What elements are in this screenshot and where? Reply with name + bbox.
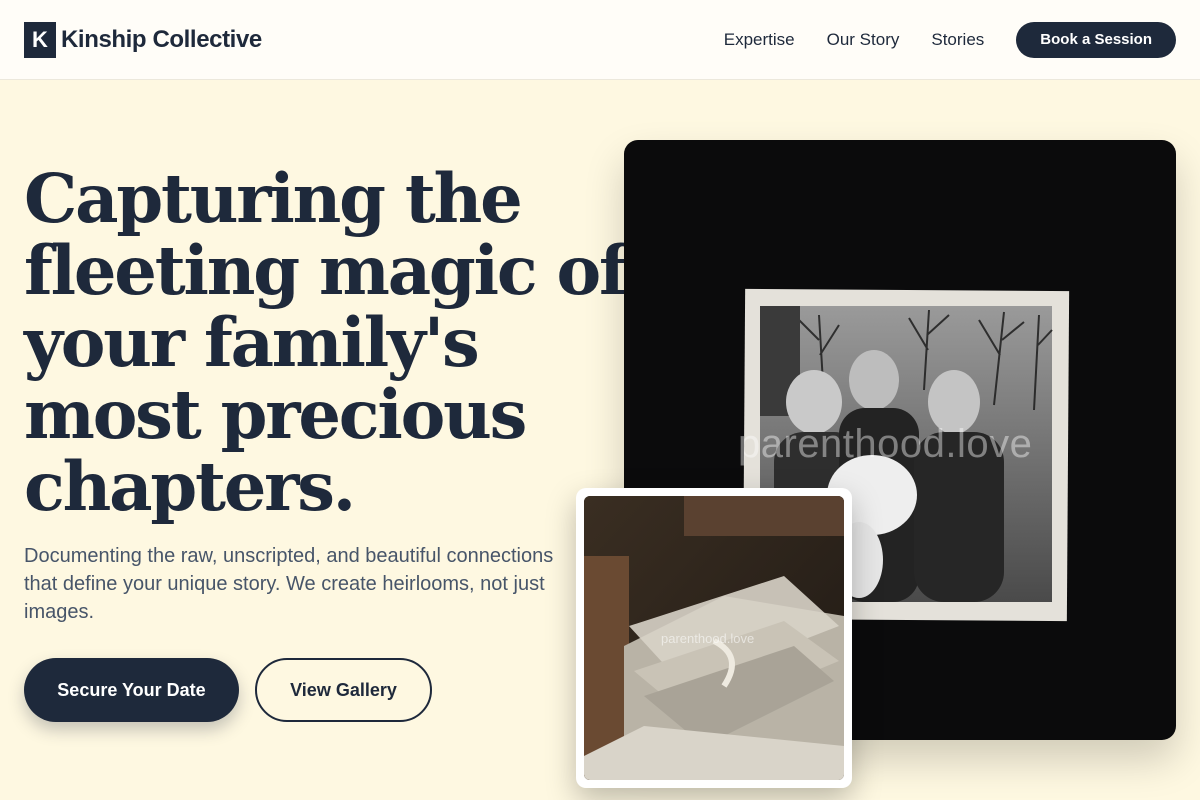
hero-subtext: Documenting the raw, unscripted, and bea… xyxy=(24,545,554,623)
site-header: K Kinship Collective Expertise Our Story… xyxy=(0,0,1200,80)
headline-line: most precious xyxy=(24,375,527,454)
secure-date-button[interactable]: Secure Your Date xyxy=(24,658,239,722)
main-nav: Expertise Our Story Stories Book a Sessi… xyxy=(724,22,1176,58)
headline-line: Capturing the xyxy=(24,159,523,238)
inset-photo-image: parenthood.love xyxy=(584,496,844,780)
nav-link-stories[interactable]: Stories xyxy=(931,22,984,58)
headline-line: fleeting magic of xyxy=(24,231,628,310)
hero-headline: Capturing the fleeting magic of your fam… xyxy=(24,159,628,526)
headline-line: your family's xyxy=(24,303,480,382)
logo-mark-icon: K xyxy=(24,22,56,58)
brand-name: Kinship Collective xyxy=(61,26,262,53)
inset-watermark: parenthood.love xyxy=(661,631,755,646)
brand-logo[interactable]: K Kinship Collective xyxy=(24,22,262,58)
nav-link-our-story[interactable]: Our Story xyxy=(827,22,900,58)
view-gallery-button[interactable]: View Gallery xyxy=(255,658,432,722)
headline-line: chapters. xyxy=(24,447,356,526)
nav-link-expertise[interactable]: Expertise xyxy=(724,22,795,58)
book-session-button[interactable]: Book a Session xyxy=(1016,22,1176,58)
hero-inset-photo: parenthood.love xyxy=(576,488,852,788)
photo-watermark: parenthood.love xyxy=(738,422,1033,466)
